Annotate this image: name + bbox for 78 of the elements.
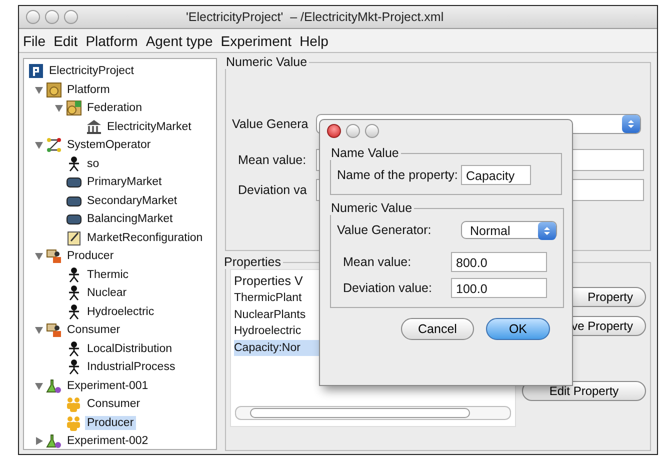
input-field[interactable]: Capacity <box>461 165 531 185</box>
input-field[interactable]: 100.0 <box>451 278 547 298</box>
dropdown[interactable]: Normal <box>461 221 557 239</box>
menu-item[interactable]: Help <box>300 32 328 48</box>
tree-item[interactable]: SecondaryMarket <box>85 194 180 208</box>
flask-icon <box>46 378 62 394</box>
stick-figure-icon <box>66 304 82 320</box>
stick-figure-icon <box>66 266 82 283</box>
tree-item[interactable]: MarketReconfiguration <box>85 230 205 245</box>
tree-item[interactable]: Producer <box>65 249 116 264</box>
cancel-button[interactable]: Cancel <box>401 318 474 340</box>
platform-icon <box>46 82 62 98</box>
close-button[interactable] <box>327 124 341 138</box>
list-title: Properties V <box>234 274 303 288</box>
disclosure-triangle-icon[interactable] <box>34 140 46 150</box>
network-icon <box>46 137 62 154</box>
zoom-button[interactable] <box>64 10 78 24</box>
ok-button[interactable]: OK <box>486 318 550 340</box>
tree-item[interactable]: PrimaryMarket <box>85 175 164 190</box>
disclosure-triangle-icon[interactable] <box>34 325 46 336</box>
menu-item[interactable]: Edit <box>54 32 78 48</box>
bank-building-icon <box>86 118 102 135</box>
tree-item[interactable]: IndustrialProcess <box>85 360 178 374</box>
tree-item[interactable]: so <box>85 156 102 171</box>
field-label: Mean value: <box>238 153 308 167</box>
project-icon <box>28 63 44 80</box>
menu-item[interactable]: Platform <box>86 32 138 48</box>
window-title: 'ElectricityProject' – /ElectricityMkt-Project.xml <box>186 10 444 24</box>
person-folder-icon <box>46 322 62 338</box>
tree-item[interactable]: Producer <box>85 416 136 430</box>
menu-item[interactable]: Experiment <box>220 32 292 48</box>
group-title: Name Value <box>330 146 400 160</box>
minimize-button[interactable] <box>45 10 59 24</box>
tree-item[interactable]: Experiment-002 <box>65 434 150 448</box>
group-title: Numeric Value <box>330 201 414 215</box>
menu-item[interactable]: File <box>23 32 46 48</box>
disclosure-triangle-icon[interactable] <box>34 251 46 262</box>
tree-item[interactable]: Federation <box>85 101 144 116</box>
tree-item[interactable]: Thermic <box>85 268 131 282</box>
tree-item[interactable]: ElectricityProject <box>47 64 136 78</box>
tree-item[interactable]: Consumer <box>85 397 142 412</box>
disclosure-triangle-icon[interactable] <box>34 380 46 391</box>
field-label: Value Generator: <box>337 223 432 237</box>
horizontal-scrollbar[interactable] <box>235 406 511 420</box>
tree-item[interactable]: ElectricityMarket <box>105 120 194 134</box>
field-label: Mean value: <box>343 255 412 269</box>
stick-figure-icon <box>66 340 82 357</box>
field-label: Name of the property: <box>337 168 459 182</box>
disclosure-triangle-icon[interactable] <box>34 84 46 95</box>
property-button[interactable]: Edit Property <box>522 381 646 401</box>
notepad-icon <box>66 230 82 246</box>
flask-icon <box>46 433 62 449</box>
zoom-button[interactable] <box>365 124 379 138</box>
field-label: Deviation va <box>238 183 308 197</box>
group-title: Properties <box>223 255 282 269</box>
disclosure-triangle-icon[interactable] <box>54 103 66 114</box>
field-label: Deviation value: <box>343 281 433 295</box>
input-field[interactable]: 800.0 <box>451 252 547 272</box>
minimize-button[interactable] <box>346 124 360 138</box>
tree-item[interactable]: LocalDistribution <box>85 342 174 356</box>
stepper-arrows-icon <box>538 222 556 240</box>
tree-item[interactable]: BalancingMarket <box>85 212 175 226</box>
federation-icon <box>66 100 82 116</box>
group-title: Numeric Value <box>225 55 308 69</box>
tree-item[interactable]: Hydroelectric <box>85 304 156 319</box>
tree-item[interactable]: Platform <box>65 82 112 97</box>
stick-figure-icon <box>66 156 82 172</box>
tree-item[interactable]: SystemOperator <box>65 138 153 152</box>
stick-figure-icon <box>66 285 82 302</box>
menu-item[interactable]: Agent type <box>146 32 213 48</box>
people-group-icon <box>66 414 82 431</box>
person-folder-icon <box>46 248 62 264</box>
tree-item[interactable]: Consumer <box>65 323 122 338</box>
stick-figure-icon <box>66 359 82 376</box>
tree-item[interactable]: Experiment-001 <box>65 378 150 393</box>
people-group-icon <box>66 396 82 412</box>
tree-item[interactable]: Nuclear <box>85 286 129 300</box>
field-label: Value Genera <box>232 117 310 131</box>
